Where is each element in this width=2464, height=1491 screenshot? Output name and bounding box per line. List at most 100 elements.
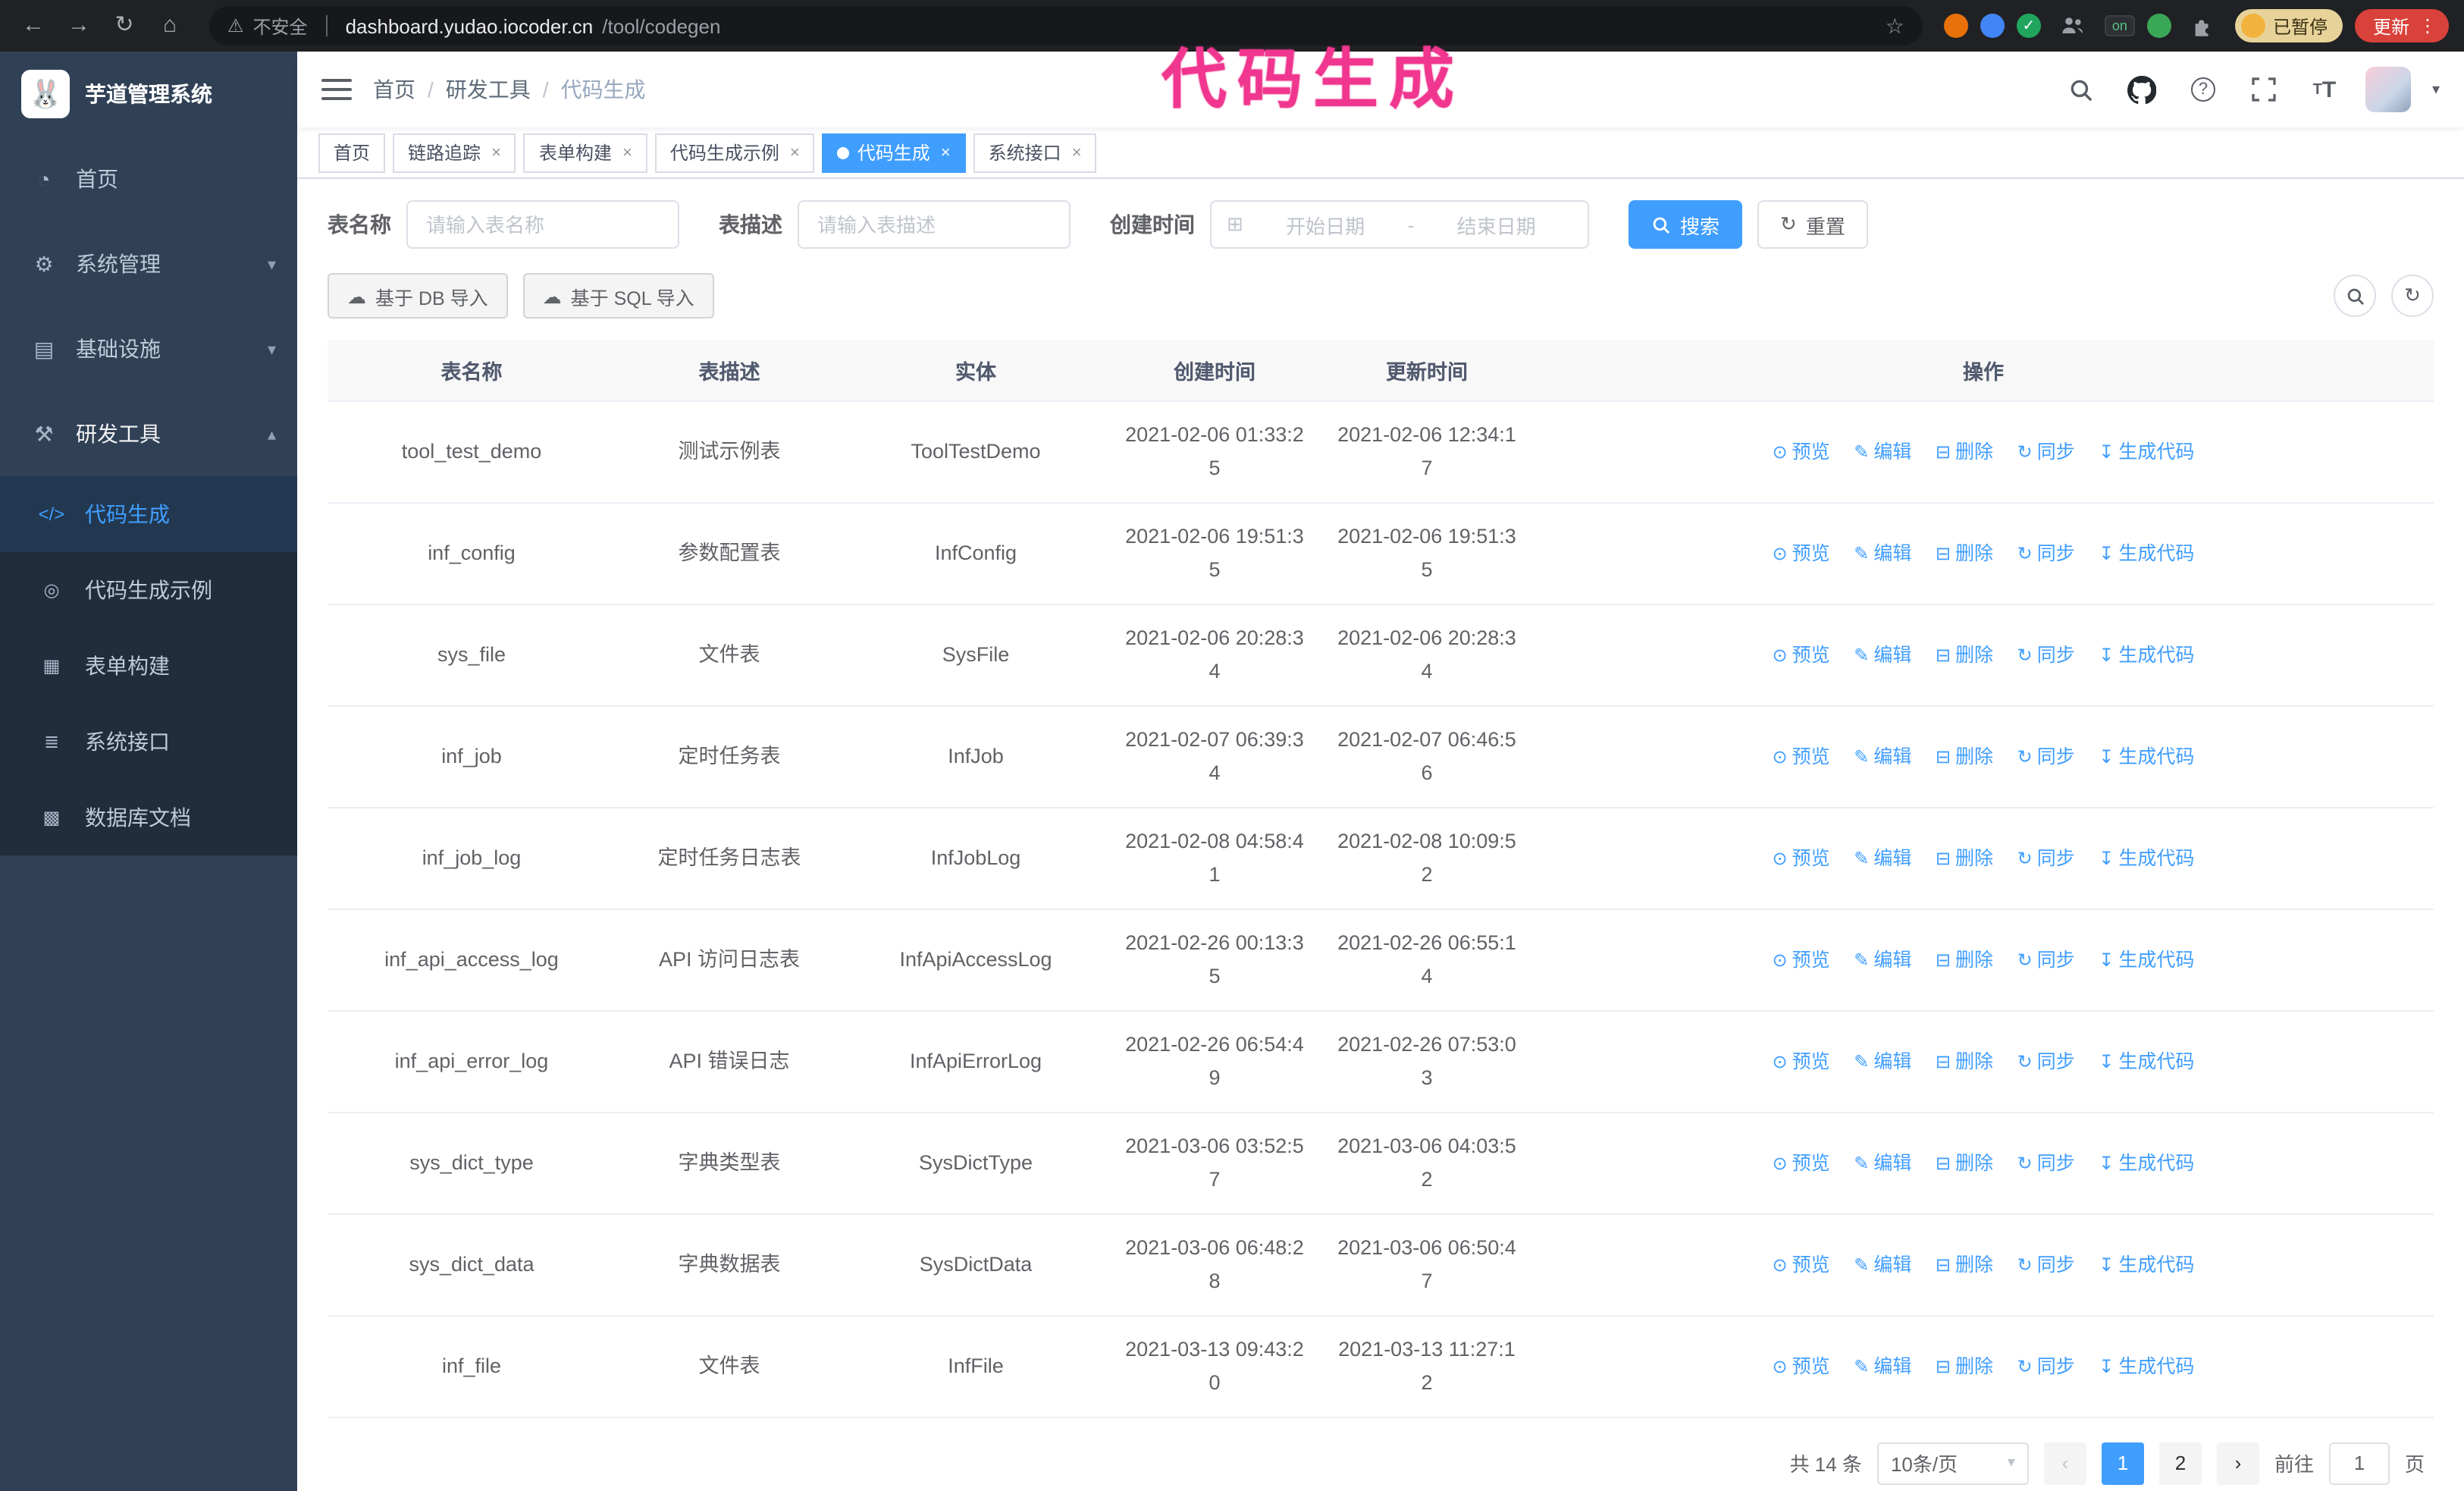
sync-link[interactable]: ↻ 同步 bbox=[2017, 1349, 2075, 1383]
preview-link[interactable]: ⊙ 预览 bbox=[1773, 1349, 1830, 1383]
hamburger-menu-icon[interactable] bbox=[321, 79, 352, 100]
sync-link[interactable]: ↻ 同步 bbox=[2017, 435, 2075, 468]
preview-link[interactable]: ⊙ 预览 bbox=[1773, 638, 1830, 671]
generate-code-link[interactable]: ↧ 生成代码 bbox=[2099, 1146, 2194, 1179]
font-size-icon[interactable]: TT bbox=[2305, 70, 2344, 109]
delete-link[interactable]: ⊟ 删除 bbox=[1936, 943, 1993, 976]
page-button-2[interactable]: 2 bbox=[2158, 1442, 2202, 1484]
import-db-button[interactable]: ☁ 基于 DB 导入 bbox=[328, 273, 508, 319]
preview-link[interactable]: ⊙ 预览 bbox=[1773, 1044, 1830, 1078]
sidebar-item-form-builder[interactable]: ▦ 表单构建 bbox=[0, 628, 297, 704]
generate-code-link[interactable]: ↧ 生成代码 bbox=[2099, 536, 2194, 570]
security-label[interactable]: 不安全 bbox=[253, 13, 308, 39]
edit-link[interactable]: ✎ 编辑 bbox=[1854, 739, 1911, 773]
sync-link[interactable]: ↻ 同步 bbox=[2017, 1248, 2075, 1281]
tab-trace[interactable]: 链路追踪 × bbox=[393, 133, 516, 172]
extension-on-badge[interactable]: on bbox=[2104, 15, 2135, 36]
delete-link[interactable]: ⊟ 删除 bbox=[1936, 841, 1993, 874]
help-icon[interactable]: ? bbox=[2183, 70, 2223, 109]
generate-code-link[interactable]: ↧ 生成代码 bbox=[2099, 1044, 2194, 1078]
preview-link[interactable]: ⊙ 预览 bbox=[1773, 841, 1830, 874]
app-logo[interactable]: 🐰 芋道管理系统 bbox=[0, 52, 297, 137]
edit-link[interactable]: ✎ 编辑 bbox=[1854, 1349, 1911, 1383]
generate-code-link[interactable]: ↧ 生成代码 bbox=[2099, 435, 2194, 468]
extension-green-icon[interactable] bbox=[2146, 14, 2171, 38]
next-page-button[interactable]: › bbox=[2216, 1442, 2259, 1484]
generate-code-link[interactable]: ↧ 生成代码 bbox=[2099, 841, 2194, 874]
generate-code-link[interactable]: ↧ 生成代码 bbox=[2099, 1349, 2194, 1383]
search-icon[interactable] bbox=[2062, 70, 2102, 109]
delete-link[interactable]: ⊟ 删除 bbox=[1936, 536, 1993, 570]
preview-link[interactable]: ⊙ 预览 bbox=[1773, 739, 1830, 773]
avatar-caret-icon[interactable]: ▾ bbox=[2432, 81, 2440, 98]
close-icon[interactable]: × bbox=[622, 143, 632, 162]
edit-link[interactable]: ✎ 编辑 bbox=[1854, 1146, 1911, 1179]
sidebar-item-codegen[interactable]: </> 代码生成 bbox=[0, 476, 297, 552]
delete-link[interactable]: ⊟ 删除 bbox=[1936, 1146, 1993, 1179]
sidebar-item-devtools[interactable]: ⚒ 研发工具 ▴ bbox=[0, 391, 297, 476]
fullscreen-icon[interactable] bbox=[2244, 70, 2284, 109]
sidebar-item-home[interactable]: ◔ 首页 bbox=[0, 137, 297, 221]
url-path[interactable]: /tool/codegen bbox=[602, 14, 720, 37]
user-avatar[interactable] bbox=[2365, 67, 2411, 112]
edit-link[interactable]: ✎ 编辑 bbox=[1854, 841, 1911, 874]
goto-page-input[interactable] bbox=[2328, 1442, 2390, 1484]
delete-link[interactable]: ⊟ 删除 bbox=[1936, 1248, 1993, 1281]
breadcrumb-home[interactable]: 首页 bbox=[373, 74, 415, 105]
tab-form-builder[interactable]: 表单构建 × bbox=[523, 133, 647, 172]
sync-link[interactable]: ↻ 同步 bbox=[2017, 739, 2075, 773]
edit-link[interactable]: ✎ 编辑 bbox=[1854, 435, 1911, 468]
url-host[interactable]: dashboard.yudao.iocoder.cn bbox=[346, 14, 594, 37]
tab-codegen[interactable]: 代码生成 × bbox=[822, 133, 966, 172]
extension-green-check-icon[interactable]: ✓ bbox=[2016, 14, 2041, 38]
sync-link[interactable]: ↻ 同步 bbox=[2017, 1044, 2075, 1078]
home-icon[interactable]: ⌂ bbox=[152, 8, 188, 44]
preview-link[interactable]: ⊙ 预览 bbox=[1773, 536, 1830, 570]
close-icon[interactable]: × bbox=[790, 143, 800, 162]
sidebar-item-codegen-example[interactable]: ◎ 代码生成示例 bbox=[0, 552, 297, 628]
table-name-input[interactable] bbox=[406, 200, 679, 249]
search-button[interactable]: 搜索 bbox=[1629, 200, 1743, 249]
address-bar[interactable]: ⚠ 不安全 dashboard.yudao.iocoder.cn /tool/c… bbox=[209, 6, 1923, 46]
browser-menu-icon[interactable]: ⋮ bbox=[2419, 15, 2437, 36]
forward-icon[interactable]: → bbox=[61, 8, 97, 44]
delete-link[interactable]: ⊟ 删除 bbox=[1936, 739, 1993, 773]
delete-link[interactable]: ⊟ 删除 bbox=[1936, 638, 1993, 671]
reset-button[interactable]: ↻ 重置 bbox=[1757, 200, 1868, 249]
sync-link[interactable]: ↻ 同步 bbox=[2017, 536, 2075, 570]
sync-link[interactable]: ↻ 同步 bbox=[2017, 841, 2075, 874]
back-icon[interactable]: ← bbox=[15, 8, 52, 44]
preview-link[interactable]: ⊙ 预览 bbox=[1773, 1248, 1830, 1281]
prev-page-button[interactable]: ‹ bbox=[2043, 1442, 2086, 1484]
edit-link[interactable]: ✎ 编辑 bbox=[1854, 943, 1911, 976]
delete-link[interactable]: ⊟ 删除 bbox=[1936, 1349, 1993, 1383]
bookmark-star-icon[interactable]: ☆ bbox=[1886, 13, 1904, 39]
import-sql-button[interactable]: ☁ 基于 SQL 导入 bbox=[522, 273, 714, 319]
edit-link[interactable]: ✎ 编辑 bbox=[1854, 1248, 1911, 1281]
sync-link[interactable]: ↻ 同步 bbox=[2017, 638, 2075, 671]
puzzle-extensions-icon[interactable] bbox=[2183, 6, 2223, 46]
sidebar-item-system[interactable]: ⚙ 系统管理 ▾ bbox=[0, 221, 297, 306]
delete-link[interactable]: ⊟ 删除 bbox=[1936, 1044, 1993, 1078]
generate-code-link[interactable]: ↧ 生成代码 bbox=[2099, 739, 2194, 773]
generate-code-link[interactable]: ↧ 生成代码 bbox=[2099, 943, 2194, 976]
tab-system-api[interactable]: 系统接口 × bbox=[973, 133, 1097, 172]
delete-link[interactable]: ⊟ 删除 bbox=[1936, 435, 1993, 468]
extension-blue-drop-icon[interactable] bbox=[1980, 14, 2005, 38]
sidebar-item-infrastructure[interactable]: ▤ 基础设施 ▾ bbox=[0, 306, 297, 391]
sync-link[interactable]: ↻ 同步 bbox=[2017, 943, 2075, 976]
date-range-picker[interactable]: ⊞ 开始日期 - 结束日期 bbox=[1210, 200, 1589, 249]
close-icon[interactable]: × bbox=[491, 143, 501, 162]
update-button[interactable]: 更新 ⋮ bbox=[2354, 9, 2449, 42]
generate-code-link[interactable]: ↧ 生成代码 bbox=[2099, 638, 2194, 671]
preview-link[interactable]: ⊙ 预览 bbox=[1773, 943, 1830, 976]
tab-home[interactable]: 首页 bbox=[318, 133, 386, 172]
sync-link[interactable]: ↻ 同步 bbox=[2017, 1146, 2075, 1179]
edit-link[interactable]: ✎ 编辑 bbox=[1854, 536, 1911, 570]
close-icon[interactable]: × bbox=[1072, 143, 1082, 162]
table-desc-input[interactable] bbox=[798, 200, 1071, 249]
profiles-icon[interactable] bbox=[2053, 6, 2093, 46]
sidebar-item-db-doc[interactable]: ▩ 数据库文档 bbox=[0, 780, 297, 855]
edit-link[interactable]: ✎ 编辑 bbox=[1854, 638, 1911, 671]
close-icon[interactable]: × bbox=[941, 143, 951, 162]
